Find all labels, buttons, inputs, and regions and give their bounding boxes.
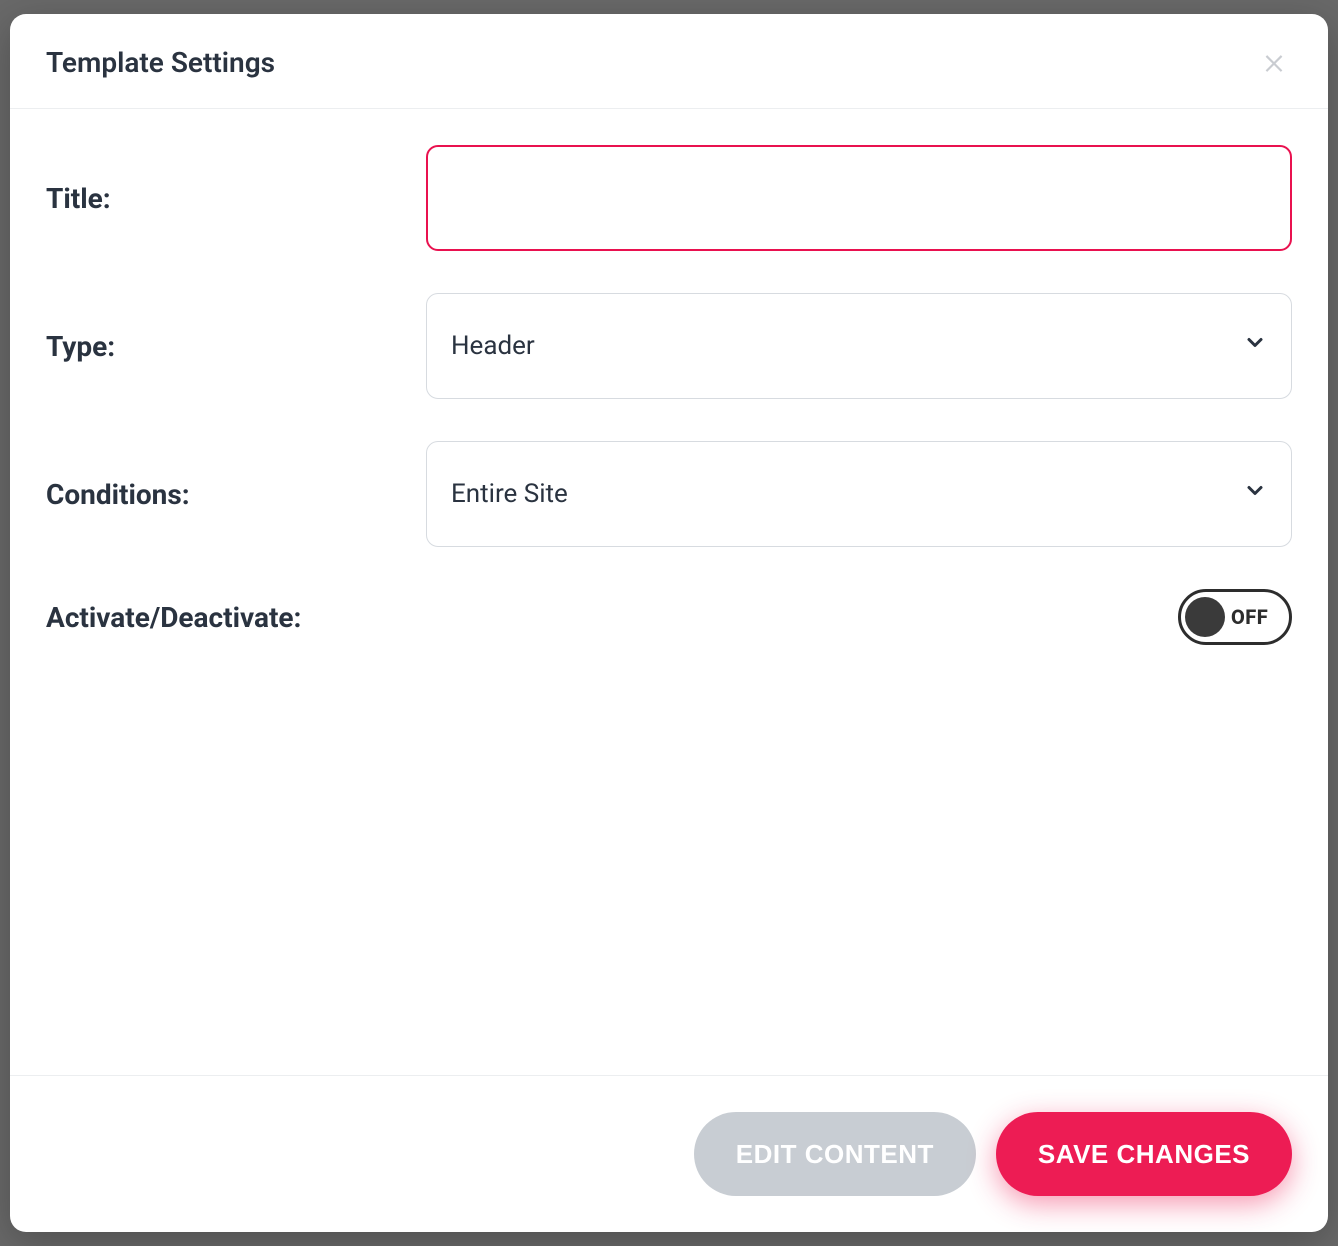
title-input[interactable] xyxy=(426,145,1292,251)
form-row-conditions: Conditions: Entire Site xyxy=(46,441,1292,547)
modal-footer: Edit Content Save Changes xyxy=(10,1075,1328,1232)
chevron-down-icon xyxy=(1243,331,1267,362)
modal-title: Template Settings xyxy=(46,46,275,79)
modal-body: Title: Type: Header Conditions: Entire S xyxy=(10,109,1328,1075)
activate-toggle[interactable]: OFF xyxy=(1178,589,1292,645)
title-input-wrap xyxy=(426,145,1292,251)
modal-header: Template Settings xyxy=(10,14,1328,109)
toggle-knob xyxy=(1185,597,1225,637)
activate-label: Activate/Deactivate: xyxy=(46,601,301,634)
conditions-select-wrap: Entire Site xyxy=(426,441,1292,547)
form-row-activate: Activate/Deactivate: OFF xyxy=(46,589,1292,645)
chevron-down-icon xyxy=(1243,479,1267,510)
conditions-select-value: Entire Site xyxy=(451,479,568,509)
edit-content-button[interactable]: Edit Content xyxy=(694,1112,976,1196)
type-select[interactable]: Header xyxy=(426,293,1292,399)
type-select-value: Header xyxy=(451,331,535,361)
form-row-title: Title: xyxy=(46,145,1292,251)
conditions-select[interactable]: Entire Site xyxy=(426,441,1292,547)
template-settings-modal: Template Settings Title: Type: Header xyxy=(10,14,1328,1232)
type-select-wrap: Header xyxy=(426,293,1292,399)
toggle-state-label: OFF xyxy=(1231,605,1268,629)
title-label: Title: xyxy=(46,182,426,215)
conditions-label: Conditions: xyxy=(46,478,426,511)
type-label: Type: xyxy=(46,330,426,363)
close-icon[interactable] xyxy=(1256,44,1292,80)
form-row-type: Type: Header xyxy=(46,293,1292,399)
save-changes-button[interactable]: Save Changes xyxy=(996,1112,1292,1196)
